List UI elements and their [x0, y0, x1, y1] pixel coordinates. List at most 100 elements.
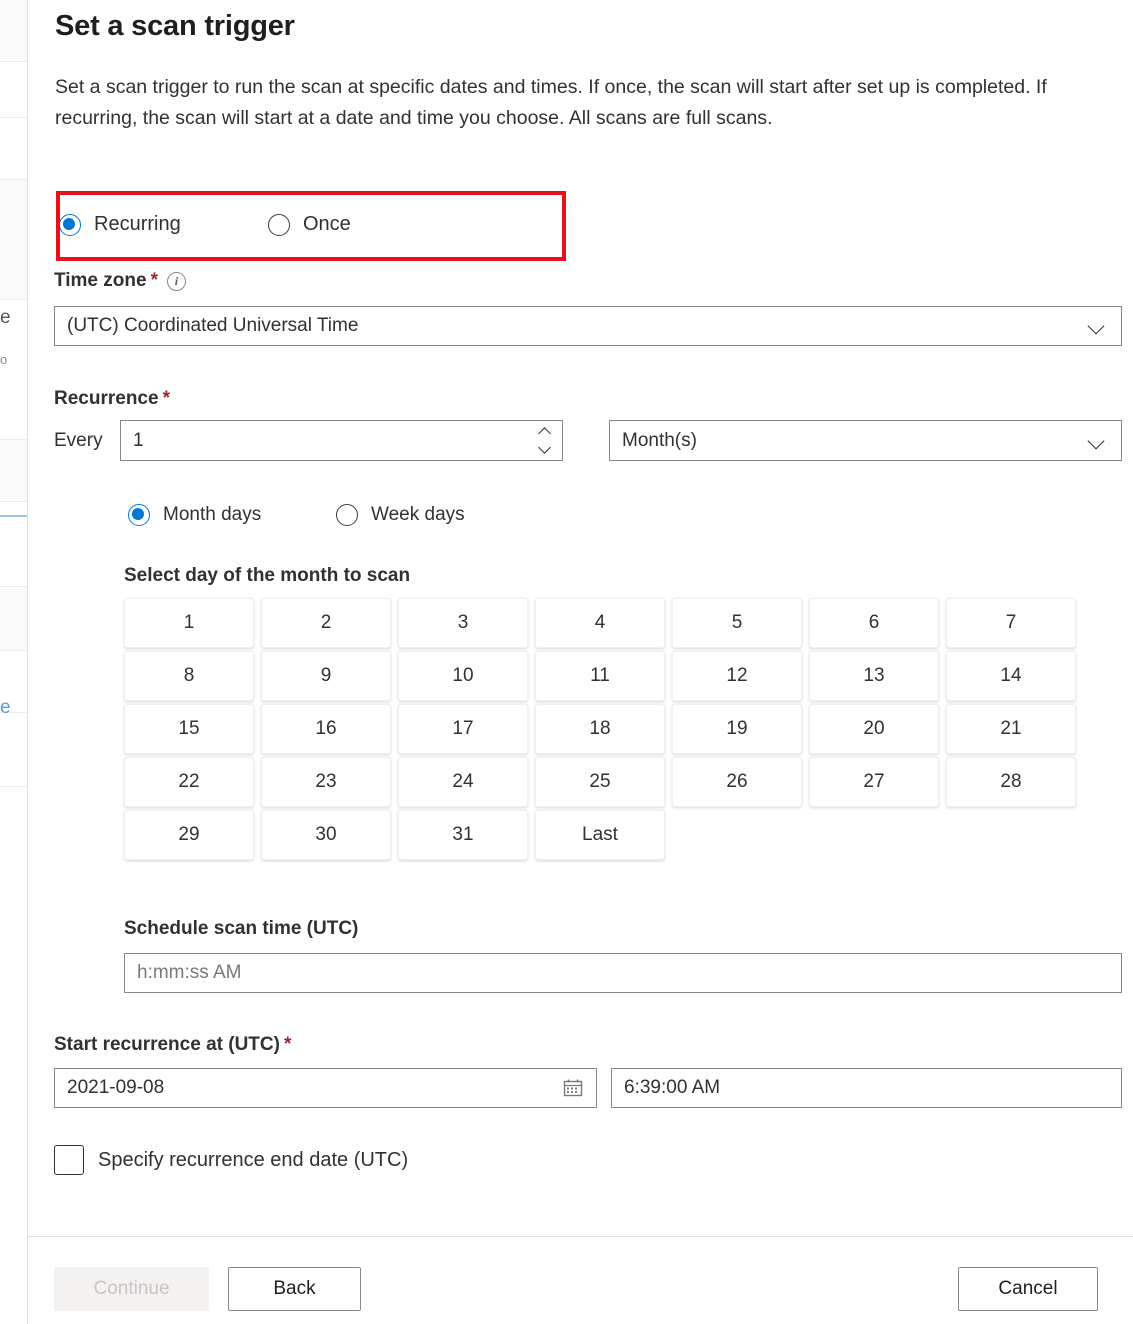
chevron-down-icon [1087, 430, 1109, 452]
background-row [0, 118, 28, 180]
recurrence-interval-input[interactable]: 1 [120, 420, 563, 461]
background-row [0, 180, 28, 300]
day-cell[interactable]: 27 [809, 757, 939, 807]
cancel-button[interactable]: Cancel [958, 1267, 1098, 1311]
background-row [0, 0, 28, 62]
start-recurrence-label-text: Start recurrence at (UTC) [54, 1034, 280, 1055]
back-button[interactable]: Back [228, 1267, 361, 1311]
scan-trigger-dialog: Set a scan trigger Set a scan trigger to… [28, 0, 1133, 1324]
day-cell[interactable]: 13 [809, 651, 939, 701]
radio-recurring-mark [59, 213, 81, 236]
background-row [0, 440, 28, 502]
background-page-sliver: e o e [0, 0, 28, 1324]
background-text-fragment-small: o [0, 352, 8, 367]
day-cell[interactable]: 2 [261, 598, 391, 648]
radio-once[interactable]: Once [268, 213, 351, 236]
radio-month-days-mark [128, 504, 150, 526]
day-cell[interactable]: 14 [946, 651, 1076, 701]
start-recurrence-time-value: 6:39:00 AM [624, 1077, 721, 1098]
day-cell[interactable]: 1 [124, 598, 254, 648]
day-cell[interactable]: 12 [672, 651, 802, 701]
recurrence-unit-value: Month(s) [622, 429, 697, 451]
day-cell[interactable]: 3 [398, 598, 528, 648]
day-cell[interactable]: 24 [398, 757, 528, 807]
day-cell[interactable]: 10 [398, 651, 528, 701]
dialog-description: Set a scan trigger to run the scan at sp… [55, 76, 1047, 129]
specify-end-date-label: Specify recurrence end date (UTC) [98, 1148, 409, 1171]
recurrence-unit-select[interactable]: Month(s) [609, 420, 1122, 461]
start-recurrence-time-input[interactable]: 6:39:00 AM [611, 1068, 1122, 1108]
day-cell[interactable]: 30 [261, 810, 391, 860]
time-zone-label-text: Time zone [54, 270, 147, 291]
time-zone-select[interactable]: (UTC) Coordinated Universal Time [54, 306, 1122, 346]
footer-divider [28, 1236, 1133, 1237]
day-cell[interactable]: 7 [946, 598, 1076, 648]
day-cell[interactable]: 26 [672, 757, 802, 807]
specify-end-date-checkbox[interactable]: Specify recurrence end date (UTC) [54, 1145, 408, 1175]
radio-once-mark [268, 213, 290, 236]
day-cell[interactable]: 19 [672, 704, 802, 754]
screen: e o e Set a scan trigger Set a scan trig… [0, 0, 1133, 1324]
background-row [0, 725, 28, 787]
number-stepper[interactable] [536, 424, 558, 458]
day-cell[interactable]: 21 [946, 704, 1076, 754]
required-asterisk: * [283, 1034, 292, 1055]
calendar-icon[interactable] [562, 1077, 584, 1099]
day-cell[interactable]: 28 [946, 757, 1076, 807]
recurrence-label-text: Recurrence [54, 388, 159, 409]
required-asterisk: * [150, 270, 158, 291]
background-text-fragment: e [0, 307, 11, 328]
month-day-grid: 1 2 3 4 5 6 7 8 9 10 11 12 13 14 15 16 17 18 19 20 21 22 23 24 2… [124, 598, 1078, 860]
month-days-heading: Select day of the month to scan [124, 565, 410, 587]
day-cell[interactable]: 16 [261, 704, 391, 754]
day-cell[interactable]: 15 [124, 704, 254, 754]
start-recurrence-date-input[interactable]: 2021-09-08 [54, 1068, 597, 1108]
day-cell[interactable]: Last [535, 810, 665, 860]
time-zone-value: (UTC) Coordinated Universal Time [67, 315, 359, 336]
day-cell[interactable]: 5 [672, 598, 802, 648]
day-cell[interactable]: 25 [535, 757, 665, 807]
schedule-scan-time-label: Schedule scan time (UTC) [124, 918, 358, 940]
radio-week-days-mark [336, 504, 358, 526]
background-row [0, 587, 28, 651]
page-title: Set a scan trigger [55, 10, 295, 42]
radio-week-days[interactable]: Week days [336, 504, 465, 526]
day-cell[interactable]: 23 [261, 757, 391, 807]
radio-recurring-label: Recurring [94, 213, 181, 235]
day-mode-radio-group: Month days Week days [28, 494, 548, 542]
day-cell[interactable]: 20 [809, 704, 939, 754]
stepper-up-icon[interactable] [540, 428, 551, 435]
recurrence-label: Recurrence * [54, 388, 170, 410]
required-asterisk: * [162, 388, 170, 409]
dialog-body: Set a scan trigger Set a scan trigger to… [28, 0, 1133, 1236]
start-recurrence-label: Start recurrence at (UTC) * [54, 1034, 291, 1056]
radio-month-days-label: Month days [163, 504, 262, 525]
stepper-down-icon[interactable] [540, 442, 551, 449]
radio-recurring[interactable]: Recurring [59, 213, 181, 236]
day-cell[interactable]: 17 [398, 704, 528, 754]
background-row [0, 378, 28, 440]
day-cell[interactable]: 8 [124, 651, 254, 701]
schedule-scan-time-placeholder: h:mm:ss AM [137, 962, 242, 983]
day-cell[interactable]: 6 [809, 598, 939, 648]
radio-week-days-label: Week days [371, 504, 465, 525]
month-days-heading-text: Select day of the month to scan [124, 565, 411, 586]
every-label: Every [54, 430, 103, 451]
radio-once-label: Once [303, 213, 351, 235]
chevron-down-icon [1087, 315, 1109, 337]
day-cell[interactable]: 31 [398, 810, 528, 860]
background-row [0, 517, 28, 587]
day-cell[interactable]: 29 [124, 810, 254, 860]
continue-button[interactable]: Continue [54, 1267, 209, 1311]
info-icon: i [166, 271, 186, 291]
time-zone-label: Time zone * i [54, 270, 186, 292]
recurrence-interval-value: 1 [133, 429, 144, 451]
day-cell[interactable]: 11 [535, 651, 665, 701]
day-cell[interactable]: 18 [535, 704, 665, 754]
checkbox-box [54, 1145, 84, 1175]
radio-month-days[interactable]: Month days [128, 504, 261, 526]
day-cell[interactable]: 9 [261, 651, 391, 701]
schedule-scan-time-input[interactable]: h:mm:ss AM [124, 953, 1122, 993]
day-cell[interactable]: 22 [124, 757, 254, 807]
day-cell[interactable]: 4 [535, 598, 665, 648]
